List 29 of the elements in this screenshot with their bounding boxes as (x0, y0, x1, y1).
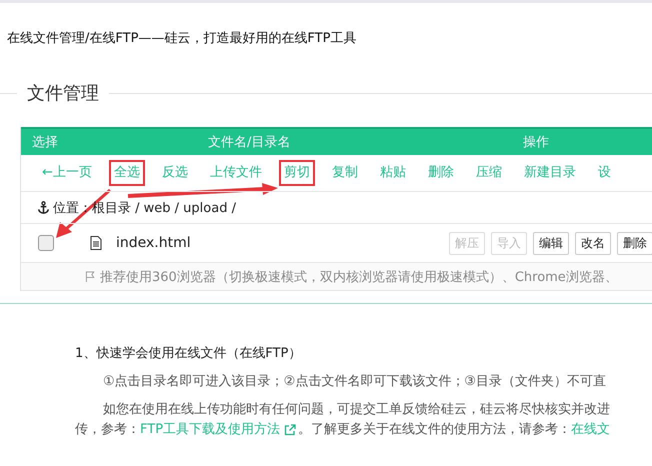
help-text: 。了解更多关于在线文件的使用方法，请参考： (298, 421, 572, 439)
toolbar-link[interactable]: ←上一页 (37, 160, 97, 186)
toolbar-link[interactable]: 反选 (156, 160, 193, 186)
column-header: 操作 (523, 134, 549, 151)
toolbar-link[interactable]: 新建目录 (518, 160, 581, 186)
column-header: 选择 (31, 134, 59, 151)
toolbar-link[interactable]: 复制 (326, 160, 363, 186)
breadcrumb-path: 位置：根目录 / web / upload / (53, 200, 236, 216)
help-tip: ①点击目录名即可进入该目录；②点击文件名即可下载该文件；③目录（文件夹）不可直 (102, 373, 607, 391)
toolbar-link[interactable]: 设 (592, 160, 616, 186)
toolbar-link[interactable]: 压缩 (470, 160, 507, 186)
help-paragraph: 如您在使用在线上传功能时有任何问题，可提交工单反馈给硅云，硅云将尽快核实并改进 (102, 401, 611, 419)
page-title: 在线文件管理/在线FTP——硅云，打造最好用的在线FTP工具 (6, 30, 358, 48)
help-text: 传，参考： (75, 421, 140, 439)
toolbar-link[interactable]: 全选 (108, 160, 145, 186)
file-name[interactable]: index.html (116, 235, 191, 251)
ftp-tool-link[interactable]: FTP工具下载及使用方法 (140, 420, 280, 440)
action-button[interactable]: 改名 (575, 232, 611, 254)
toolbar-link[interactable]: 上传文件 (204, 160, 267, 186)
browser-notice: 推荐使用360浏览器（切换极速模式，双内核浏览器请使用极速模式）、Chrome浏览器、 (100, 268, 618, 286)
online-file-link[interactable]: 在线文 (571, 420, 610, 440)
action-button[interactable]: 编辑 (533, 232, 569, 254)
section-title: 文件管理 (26, 82, 100, 105)
action-button[interactable]: 删除 (617, 232, 652, 254)
toolbar-link[interactable]: 删除 (422, 160, 459, 186)
toolbar-link[interactable]: 粘贴 (374, 160, 411, 186)
toolbar-link[interactable]: 剪切 (278, 160, 315, 186)
column-header: 文件名/目录名 (208, 134, 292, 151)
help-heading: 1、快速学会使用在线文件（在线FTP） (75, 345, 302, 363)
